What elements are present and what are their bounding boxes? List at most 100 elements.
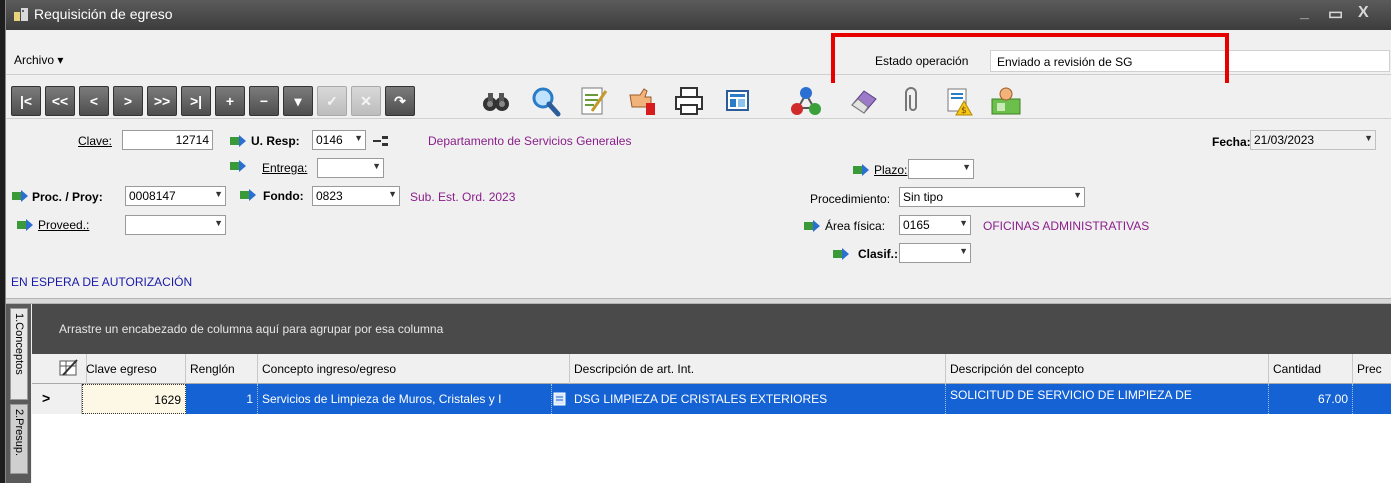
delete-record-button[interactable]: − [249, 86, 279, 116]
uresp-value: 0146 [316, 133, 343, 147]
dropdown-arrow-icon[interactable]: ▼ [1073, 190, 1082, 200]
toolbar: |< << < > >> >| + − ▾ ✓ ✕ ↷ $ [6, 83, 1391, 119]
tab-presupuesto[interactable]: 2.Presup. [10, 404, 28, 474]
status-text: EN ESPERA DE AUTORIZACIÓN [11, 275, 193, 289]
lookup-icon[interactable] [853, 164, 869, 176]
prev-record-button[interactable]: < [79, 86, 109, 116]
lookup-icon[interactable] [17, 219, 33, 231]
plazo-label: Plazo: [874, 163, 908, 177]
area-fisica-description: OFICINAS ADMINISTRATIVAS [983, 219, 1150, 233]
col-cantidad[interactable]: Cantidad [1269, 354, 1353, 384]
column-chooser[interactable] [32, 354, 87, 384]
col-descripcion-art[interactable]: Descripción de art. Int. [570, 354, 946, 384]
thumbs-down-icon[interactable] [624, 85, 658, 117]
col-descripcion-concepto[interactable]: Descripción del concepto [946, 354, 1269, 384]
column-chooser-icon[interactable] [59, 359, 79, 377]
clasif-field[interactable]: ▼ [899, 243, 971, 263]
next-record-button[interactable]: > [113, 86, 143, 116]
uresp-field[interactable]: 0146 ▼ [312, 130, 366, 150]
fecha-value: 21/03/2023 [1254, 133, 1315, 147]
edit-document-icon[interactable] [576, 85, 610, 117]
cell-descripcion-art[interactable]: DSG LIMPIEZA DE CRISTALES EXTERIORES [570, 384, 946, 414]
lookup-icon[interactable] [230, 160, 246, 172]
group-by-panel[interactable]: Arrastre un encabezado de columna aquí p… [32, 304, 1391, 354]
cancel-button[interactable]: ✕ [351, 86, 381, 116]
lookup-icon[interactable] [240, 189, 256, 201]
plazo-field[interactable]: ▼ [908, 159, 974, 179]
attach-icon[interactable] [894, 85, 928, 117]
dropdown-arrow-icon[interactable]: ▼ [354, 133, 363, 143]
area-fisica-field[interactable]: 0165 ▼ [899, 215, 971, 235]
area-fisica-value: 0165 [903, 218, 930, 232]
next-page-button[interactable]: >> [147, 86, 177, 116]
cell-concepto[interactable]: Servicios de Limpieza de Muros, Cristale… [258, 384, 552, 414]
first-record-button[interactable]: |< [11, 86, 41, 116]
dropdown-arrow-icon[interactable]: ▼ [962, 162, 971, 172]
dropdown-arrow-icon[interactable]: ▼ [388, 189, 397, 199]
col-precio[interactable]: Prec [1353, 354, 1391, 384]
fecha-field[interactable]: 21/03/2023 ▼ [1250, 130, 1376, 150]
clave-field[interactable]: 12714 [122, 130, 213, 150]
dropdown-arrow-icon[interactable]: ▼ [959, 218, 968, 228]
eraser-icon[interactable] [846, 85, 880, 117]
search-icon[interactable] [528, 85, 562, 117]
col-concepto[interactable]: Concepto ingreso/egreso [258, 354, 570, 384]
add-record-button[interactable]: + [215, 86, 245, 116]
dropdown-arrow-icon[interactable]: ▼ [1364, 133, 1373, 143]
proc-proy-value: 0008147 [129, 189, 176, 203]
edit-record-button[interactable]: ▾ [283, 86, 313, 116]
notes-icon[interactable] [553, 392, 567, 406]
side-tabs: 1.Conceptos 2.Presup. [6, 304, 31, 483]
title-bar: Requisición de egreso _ ▭ X [6, 0, 1391, 30]
procedimiento-label: Procedimiento: [810, 192, 891, 206]
clasif-label: Clasif.: [858, 247, 899, 261]
uresp-description: Departamento de Servicios Generales [428, 134, 632, 148]
cell-clave-egreso[interactable]: 1629 [82, 384, 186, 414]
dropdown-arrow-icon[interactable]: ▼ [214, 189, 223, 199]
fondo-field[interactable]: 0823 ▼ [312, 186, 400, 206]
proc-proy-field[interactable]: 0008147 ▼ [125, 186, 226, 206]
lookup-icon[interactable] [230, 135, 246, 147]
tab-conceptos[interactable]: 1.Conceptos [10, 308, 28, 400]
export-icon[interactable] [720, 85, 754, 117]
budget-icon[interactable]: $ [942, 85, 976, 117]
col-clave-egreso[interactable]: Clave egreso [82, 354, 186, 384]
area-fisica-label: Área física: [825, 219, 886, 233]
entrega-label: Entrega: [262, 161, 308, 175]
maximize-button[interactable]: ▭ [1328, 4, 1343, 24]
dropdown-arrow-icon[interactable]: ▼ [214, 218, 223, 228]
cell-renglon[interactable]: 1 [186, 384, 258, 414]
lookup-icon[interactable] [804, 220, 820, 232]
fecha-label: Fecha: [1212, 135, 1251, 149]
table-row[interactable]: 1629 1 Servicios de Limpieza de Muros, C… [32, 384, 1391, 414]
proveedor-field[interactable]: ▼ [125, 215, 226, 235]
tree-select-icon[interactable] [373, 135, 389, 147]
minimize-button[interactable]: _ [1300, 4, 1309, 22]
cell-descripcion-concepto[interactable]: SOLICITUD DE SERVICIO DE LIMPIEZA DE [946, 384, 1269, 414]
concepts-grid: Arrastre un encabezado de columna aquí p… [32, 304, 1391, 483]
workflow-icon[interactable] [789, 85, 823, 117]
dropdown-arrow-icon[interactable]: ▼ [959, 246, 968, 256]
print-icon[interactable] [672, 85, 706, 117]
lookup-icon[interactable] [833, 248, 849, 260]
lookup-icon[interactable] [12, 190, 28, 202]
refresh-button[interactable]: ↷ [385, 86, 415, 116]
header-form: Clave: 12714 U. Resp: 0146 ▼ Departamento… [6, 120, 1391, 298]
procedimiento-value: Sin tipo [903, 190, 944, 204]
procedimiento-field[interactable]: Sin tipo ▼ [899, 187, 1085, 207]
binoculars-icon[interactable] [479, 85, 513, 117]
grid-header: Clave egreso Renglón Concepto ingreso/eg… [32, 354, 1391, 384]
clave-label: Clave: [78, 134, 113, 148]
last-record-button[interactable]: >| [181, 86, 211, 116]
cell-cantidad[interactable]: 67.00 [1269, 384, 1353, 414]
col-renglon[interactable]: Renglón [186, 354, 258, 384]
fondo-value: 0823 [316, 189, 343, 203]
prev-page-button[interactable]: << [45, 86, 75, 116]
entrega-field[interactable]: ▼ [317, 158, 384, 178]
confirm-button[interactable]: ✓ [317, 86, 347, 116]
dropdown-arrow-icon[interactable]: ▼ [372, 161, 381, 171]
close-button[interactable]: X [1358, 4, 1369, 22]
cell-precio[interactable] [1353, 384, 1391, 414]
menu-archivo[interactable]: Archivo ▾ [14, 53, 63, 67]
user-card-icon[interactable] [989, 85, 1023, 117]
